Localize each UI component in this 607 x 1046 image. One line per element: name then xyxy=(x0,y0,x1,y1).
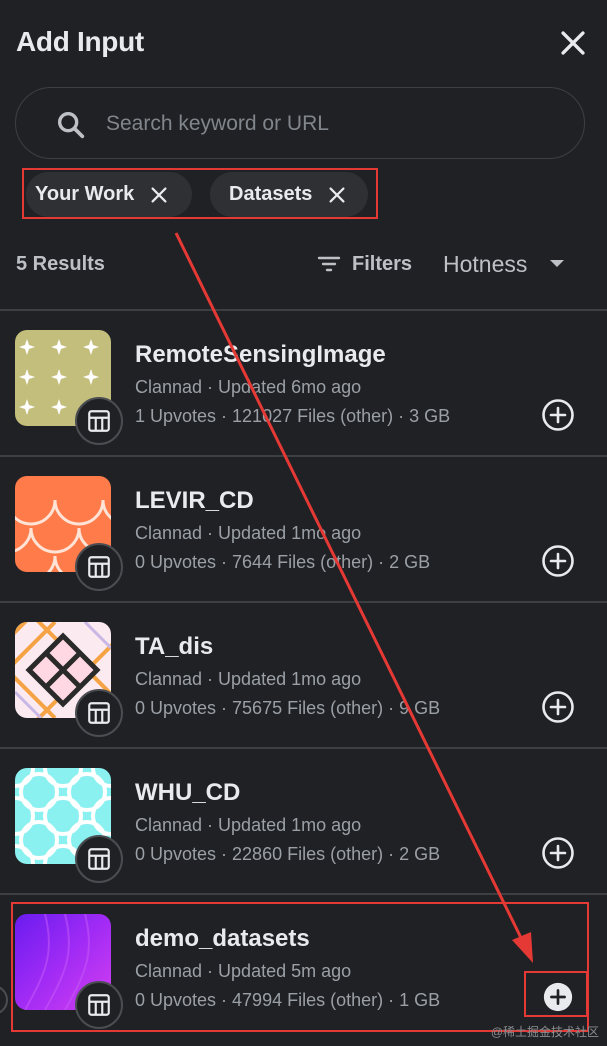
add-circle-icon[interactable] xyxy=(541,836,575,870)
dataset-name[interactable]: TA_dis xyxy=(135,633,213,661)
page-title: Add Input xyxy=(16,26,144,57)
dataset-name[interactable]: LEVIR_CD xyxy=(135,487,254,515)
annotation-box-item xyxy=(11,902,589,1032)
header: Add Input xyxy=(0,0,607,80)
sort-dropdown[interactable]: Hotness xyxy=(443,246,565,282)
dataset-name[interactable]: RemoteSensingImage xyxy=(135,341,386,369)
search-bar xyxy=(15,87,585,159)
dataset-table-icon xyxy=(75,835,123,883)
dataset-owner-updated: Clannad · Updated 1mo ago xyxy=(135,523,362,543)
dataset-owner-updated: Clannad · Updated 1mo ago xyxy=(135,815,362,835)
dataset-stats: 0 Upvotes · 7644 Files (other) · 2 GB xyxy=(135,552,431,572)
add-circle-icon[interactable] xyxy=(541,398,575,432)
list-item[interactable]: WHU_CD Clannad · Updated 1mo ago 0 Upvot… xyxy=(0,747,607,893)
watermark: @稀土掘金技术社区 xyxy=(490,1025,599,1039)
caret-down-icon xyxy=(550,260,565,267)
dataset-stats: 0 Upvotes · 22860 Files (other) · 2 GB xyxy=(135,844,441,864)
add-circle-icon[interactable] xyxy=(541,690,575,724)
annotation-box-add xyxy=(524,971,588,1017)
filter-icon xyxy=(317,256,341,272)
dataset-table-icon xyxy=(75,689,123,737)
dataset-stats: 0 Upvotes · 75675 Files (other) · 9 GB xyxy=(135,698,441,718)
dataset-owner-updated: Clannad · Updated 6mo ago xyxy=(135,377,362,397)
list-item[interactable]: TA_dis Clannad · Updated 1mo ago 0 Upvot… xyxy=(0,601,607,747)
list-item[interactable]: LEVIR_CD Clannad · Updated 1mo ago 0 Upv… xyxy=(0,455,607,601)
close-icon[interactable] xyxy=(556,26,590,60)
add-circle-icon[interactable] xyxy=(541,544,575,578)
filters-label: Filters xyxy=(352,252,413,275)
annotation-box-chips xyxy=(22,168,378,219)
results-toolbar: 5 Results Filters Hotness xyxy=(0,244,607,284)
dataset-stats: 1 Upvotes · 121027 Files (other) · 3 GB xyxy=(135,406,451,426)
results-count: 5 Results xyxy=(16,253,105,275)
search-input[interactable] xyxy=(106,102,546,146)
list-item[interactable]: RemoteSensingImage Clannad · Updated 6mo… xyxy=(0,309,607,455)
search-icon xyxy=(57,111,85,139)
filters-button[interactable]: Filters xyxy=(316,248,412,280)
dataset-table-icon xyxy=(75,397,123,445)
dataset-owner-updated: Clannad · Updated 1mo ago xyxy=(135,669,362,689)
sort-label: Hotness xyxy=(443,250,528,277)
dataset-table-icon xyxy=(75,543,123,591)
dataset-name[interactable]: WHU_CD xyxy=(135,779,240,807)
